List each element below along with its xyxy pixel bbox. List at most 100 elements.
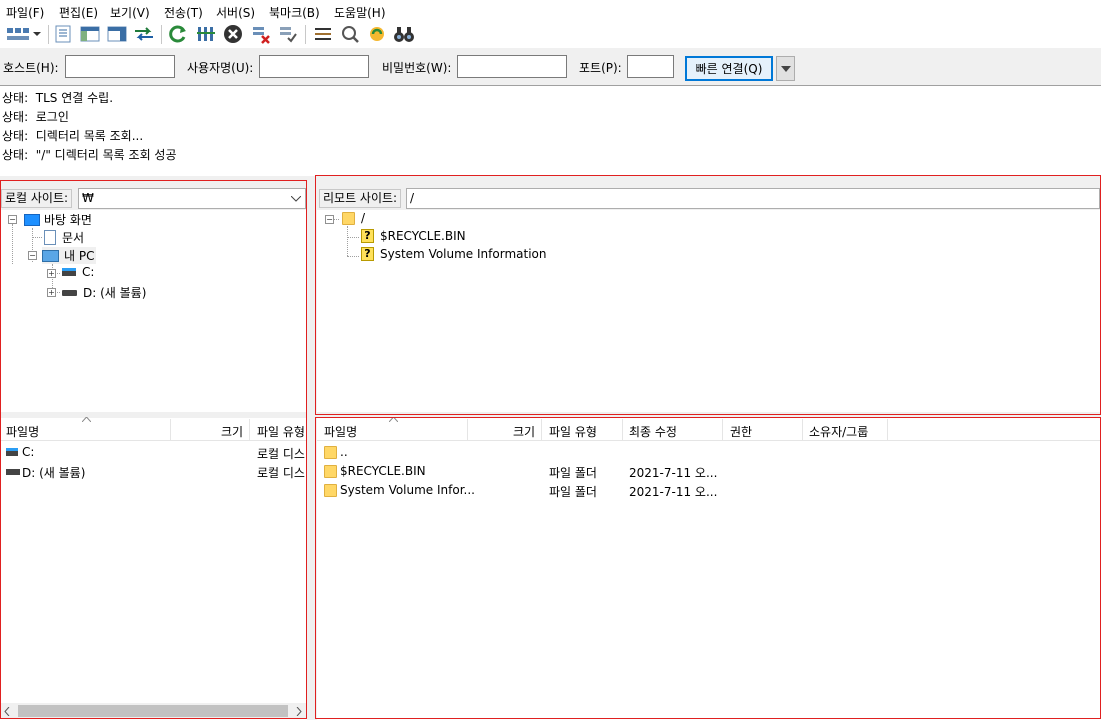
horizontal-splitter[interactable] <box>0 176 1101 186</box>
windows-drive-icon <box>6 448 18 456</box>
disconnect-icon[interactable] <box>250 23 272 45</box>
username-label: 사용자명(U): <box>187 61 254 75</box>
scrollbar-thumb[interactable] <box>18 705 288 717</box>
tree-item-documents[interactable]: 문서 <box>44 229 84 246</box>
refresh-icon[interactable] <box>167 23 189 45</box>
port-label: 포트(P): <box>579 61 622 75</box>
list-item[interactable]: D: (새 볼륨) 로컬 디스 <box>0 462 307 481</box>
port-input[interactable] <box>627 55 674 78</box>
dropdown-arrow-icon[interactable] <box>31 23 43 45</box>
menu-server[interactable]: 서버(S) <box>216 4 255 21</box>
toggle-remote-tree-icon[interactable] <box>106 23 128 45</box>
list-item[interactable]: .. <box>317 443 1101 462</box>
filter-icon[interactable] <box>312 23 334 45</box>
tree-item-drive-d[interactable]: D: (새 볼륨) <box>62 284 146 301</box>
column-filename[interactable]: 파일명 <box>324 423 357 440</box>
vertical-splitter[interactable] <box>307 176 317 720</box>
tree-expander[interactable]: + <box>47 269 56 278</box>
column-type[interactable]: 파일 유형 <box>257 423 305 440</box>
local-file-header: 파일명 크기 파일 유형 <box>0 417 307 441</box>
tree-item-recycle-bin[interactable]: ? $RECYCLE.BIN <box>361 229 466 243</box>
toggle-log-icon[interactable] <box>52 23 74 45</box>
password-label: 비밀번호(W): <box>382 61 452 75</box>
column-owner[interactable]: 소유자/그룹 <box>809 423 868 440</box>
message-log: 상태: TLS 연결 수립. 상태: 로그인 상태: 디렉터리 목록 조회...… <box>0 87 1101 175</box>
column-modified[interactable]: 최종 수정 <box>629 423 677 440</box>
remote-path-value: / <box>410 191 415 205</box>
tree-item-this-pc[interactable]: 내 PC <box>42 247 97 264</box>
sync-browse-icon[interactable] <box>366 23 388 45</box>
menu-edit[interactable]: 편집(E) <box>59 4 98 21</box>
toolbar-separator <box>48 25 49 44</box>
quickconnect-button[interactable]: 빠른 연결(Q) <box>685 56 773 81</box>
menu-file[interactable]: 파일(F) <box>6 4 44 21</box>
log-line: 상태: TLS 연결 수립. <box>2 89 113 106</box>
toggle-local-tree-icon[interactable] <box>79 23 101 45</box>
local-site-label: 로컬 사이트: <box>1 189 73 208</box>
tree-expander[interactable]: − <box>325 215 334 224</box>
file-name: .. <box>340 445 348 459</box>
menu-view[interactable]: 보기(V) <box>110 4 150 21</box>
compare-icon[interactable] <box>339 23 361 45</box>
file-type: 로컬 디스 <box>257 466 305 480</box>
remote-splitter[interactable] <box>317 412 1101 418</box>
tree-item-desktop[interactable]: 바탕 화면 <box>24 211 92 228</box>
list-item[interactable]: C: 로컬 디스 <box>0 443 307 462</box>
local-path-combobox[interactable]: ₩ <box>78 188 306 209</box>
tree-item-drive-c[interactable]: C: <box>62 265 94 279</box>
list-item[interactable]: $RECYCLE.BIN 파일 폴더 2021-7-11 오... <box>317 462 1101 481</box>
toolbar-separator <box>305 25 306 44</box>
menu-bookmarks[interactable]: 북마크(B) <box>269 4 320 21</box>
file-name: $RECYCLE.BIN <box>340 464 426 478</box>
tree-item-system-volume[interactable]: ? System Volume Information <box>361 247 546 261</box>
column-filename[interactable]: 파일명 <box>6 423 39 440</box>
password-input[interactable] <box>457 55 567 78</box>
local-file-list: C: 로컬 디스 D: (새 볼륨) 로컬 디스 <box>0 442 307 703</box>
file-name: C: <box>22 445 35 459</box>
cancel-icon[interactable] <box>222 23 244 45</box>
tree-item-label: C: <box>82 265 95 279</box>
folder-icon <box>324 446 337 459</box>
remote-file-list: .. $RECYCLE.BIN 파일 폴더 2021-7-11 오... Sys… <box>317 442 1101 719</box>
scroll-right-icon[interactable] <box>296 707 302 716</box>
site-manager-icon[interactable] <box>3 23 33 45</box>
remote-tree: − / ? $RECYCLE.BIN ? System Volume Infor… <box>317 210 1101 412</box>
file-modified: 2021-7-11 오... <box>629 466 718 480</box>
quickconnect-dropdown[interactable] <box>776 56 795 81</box>
tree-item-label: 내 PC <box>64 249 95 263</box>
tree-item-root[interactable]: / <box>342 211 365 225</box>
log-text: 로그인 <box>35 110 69 124</box>
chevron-down-icon[interactable] <box>291 196 301 202</box>
folder-icon <box>324 484 337 497</box>
log-prefix: 상태: <box>2 91 29 105</box>
remote-site-bar: 리모트 사이트: / <box>317 186 1101 210</box>
tree-expander[interactable]: − <box>8 215 17 224</box>
remote-path-combobox[interactable]: / <box>406 188 1100 209</box>
tree-item-label: D: (새 볼륨) <box>83 286 147 300</box>
column-size[interactable]: 크기 <box>513 423 535 440</box>
toggle-queue-icon[interactable] <box>133 23 155 45</box>
tree-expander[interactable]: + <box>47 288 56 297</box>
column-permissions[interactable]: 권한 <box>730 423 752 440</box>
list-item[interactable]: System Volume Infor... 파일 폴더 2021-7-11 오… <box>317 481 1101 500</box>
local-splitter[interactable] <box>0 412 307 418</box>
process-queue-icon[interactable] <box>195 23 217 45</box>
menu-transfer[interactable]: 전송(T) <box>164 4 203 21</box>
horizontal-scrollbar[interactable] <box>0 703 306 719</box>
scroll-left-icon[interactable] <box>4 707 10 716</box>
log-prefix: 상태: <box>2 129 29 143</box>
search-icon[interactable] <box>393 23 415 45</box>
host-label: 호스트(H): <box>3 61 59 75</box>
reconnect-icon[interactable] <box>277 23 299 45</box>
tree-item-label: / <box>361 211 366 225</box>
menu-help[interactable]: 도움말(H) <box>334 4 386 21</box>
column-size[interactable]: 크기 <box>221 423 243 440</box>
folder-icon <box>324 465 337 478</box>
file-type: 로컬 디스 <box>257 447 305 461</box>
sort-ascending-icon <box>389 417 398 422</box>
host-input[interactable] <box>65 55 175 78</box>
column-type[interactable]: 파일 유형 <box>549 423 597 440</box>
tree-expander[interactable]: − <box>28 251 37 260</box>
chevron-down-icon <box>780 65 791 72</box>
username-input[interactable] <box>259 55 369 78</box>
